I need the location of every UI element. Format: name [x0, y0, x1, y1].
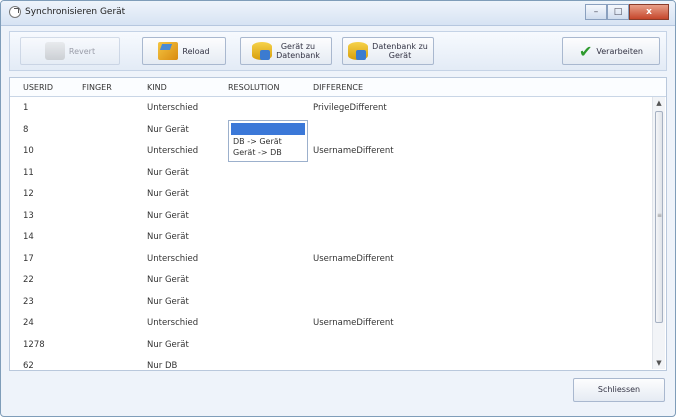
device-to-db-label-2: Datenbank: [276, 51, 320, 60]
reload-icon: [158, 42, 179, 60]
col-userid[interactable]: USERID: [23, 83, 53, 92]
cell-userid: 24: [23, 318, 34, 328]
cell-difference: UsernameDifferent: [313, 146, 394, 156]
cell-kind: Nur Gerät: [147, 339, 189, 350]
cell-userid: 22: [23, 275, 34, 285]
table-row[interactable]: 10 Unterschied UsernameDifferent: [10, 141, 650, 163]
revert-button[interactable]: Revert: [20, 37, 120, 65]
table-row[interactable]: 1278 Nur Gerät: [10, 335, 650, 357]
col-difference[interactable]: DIFFERENCE: [313, 83, 363, 92]
cell-kind: Nur DB: [147, 361, 178, 371]
table-row[interactable]: 12 Nur Gerät: [10, 184, 650, 206]
grid-header: USERID FINGER KIND RESOLUTION DIFFERENCE: [10, 78, 666, 97]
table-row[interactable]: 22 Nur Gerät: [10, 270, 650, 292]
table-row[interactable]: 8 Nur Gerät: [10, 120, 650, 142]
table-row[interactable]: 23 Nur Gerät: [10, 292, 650, 314]
cell-userid: 8: [23, 124, 29, 135]
cell-kind: Unterschied: [147, 253, 199, 264]
device-to-db-label-1: Gerät zu: [280, 42, 316, 51]
device-to-db-button[interactable]: Gerät zu Datenbank: [240, 37, 332, 65]
table-row[interactable]: 13 Nur Gerät: [10, 206, 650, 228]
option-db-to-device[interactable]: DB -> Gerät: [233, 137, 282, 146]
cell-kind: Nur Gerät: [147, 275, 189, 285]
table-row[interactable]: 14 Nur Gerät: [10, 227, 650, 249]
cell-userid: 1278: [23, 339, 45, 350]
process-button[interactable]: ✔ Verarbeiten: [562, 37, 660, 65]
cell-kind: Unterschied: [147, 318, 199, 328]
title-bar: Synchronisieren Gerät – □ x: [1, 1, 675, 26]
cell-userid: 17: [23, 253, 34, 264]
sync-window: Synchronisieren Gerät – □ x Revert Reloa…: [0, 0, 676, 417]
cell-userid: 10: [23, 146, 34, 156]
cell-difference: UsernameDifferent: [313, 253, 394, 264]
maximize-button[interactable]: □: [607, 4, 629, 20]
vertical-scrollbar[interactable]: ▲ ≡ ▼: [652, 97, 665, 369]
table-row[interactable]: 11 Nur Gerät: [10, 163, 650, 185]
cell-userid: 13: [23, 210, 34, 221]
database-icon: [348, 42, 369, 60]
table-row[interactable]: 1 Unterschied PrivilegeDifferent: [10, 98, 650, 120]
col-kind[interactable]: KIND: [147, 83, 167, 92]
cell-userid: 1: [23, 103, 29, 113]
cell-difference: UsernameDifferent: [313, 318, 394, 328]
cell-kind: Unterschied: [147, 146, 199, 156]
cell-userid: 14: [23, 232, 34, 242]
close-window-button[interactable]: x: [629, 4, 669, 20]
table-row[interactable]: 17 Unterschied UsernameDifferent: [10, 249, 650, 271]
cell-kind: Nur Gerät: [147, 167, 189, 178]
sync-icon: [9, 6, 21, 18]
cell-userid: 12: [23, 189, 34, 199]
col-resolution[interactable]: RESOLUTION: [228, 83, 279, 92]
db-to-device-label-2: Gerät: [388, 51, 412, 60]
cell-userid: 23: [23, 296, 34, 307]
table-row[interactable]: 62 Nur DB: [10, 356, 650, 371]
db-to-device-button[interactable]: Datenbank zu Gerät: [342, 37, 434, 65]
dropdown-selected-item[interactable]: [231, 123, 305, 135]
cell-userid: 62: [23, 361, 34, 371]
grip-icon: ≡: [657, 212, 663, 219]
footer: Schliessen: [9, 375, 667, 409]
db-to-device-label-1: Datenbank zu: [372, 42, 428, 51]
close-button[interactable]: Schliessen: [573, 378, 665, 402]
window-controls: – □ x: [585, 4, 669, 20]
scroll-down-icon[interactable]: ▼: [655, 359, 663, 367]
scroll-thumb[interactable]: ≡: [655, 111, 663, 323]
minimize-button[interactable]: –: [585, 4, 607, 20]
window-title: Synchronisieren Gerät: [25, 7, 126, 17]
cell-kind: Nur Gerät: [147, 124, 189, 135]
option-device-to-db[interactable]: Gerät -> DB: [233, 148, 282, 157]
table-row[interactable]: 24 Unterschied UsernameDifferent: [10, 313, 650, 335]
database-icon: [252, 42, 273, 60]
cell-userid: 11: [23, 167, 34, 178]
cell-difference: PrivilegeDifferent: [313, 103, 387, 113]
reload-button[interactable]: Reload: [142, 37, 226, 65]
cell-kind: Nur Gerät: [147, 232, 189, 242]
undo-icon: [44, 42, 65, 60]
resolution-dropdown[interactable]: DB -> Gerät Gerät -> DB: [228, 120, 308, 162]
col-finger[interactable]: FINGER: [82, 83, 112, 92]
checkmark-icon: ✔: [578, 41, 593, 61]
cell-kind: Unterschied: [147, 103, 199, 113]
sync-grid: USERID FINGER KIND RESOLUTION DIFFERENCE…: [9, 77, 667, 371]
scroll-up-icon[interactable]: ▲: [655, 99, 663, 107]
cell-kind: Nur Gerät: [147, 296, 189, 307]
cell-kind: Nur Gerät: [147, 210, 189, 221]
cell-kind: Nur Gerät: [147, 189, 189, 199]
toolbar: Revert Reload Gerät zu Datenbank Datenba…: [9, 31, 667, 71]
